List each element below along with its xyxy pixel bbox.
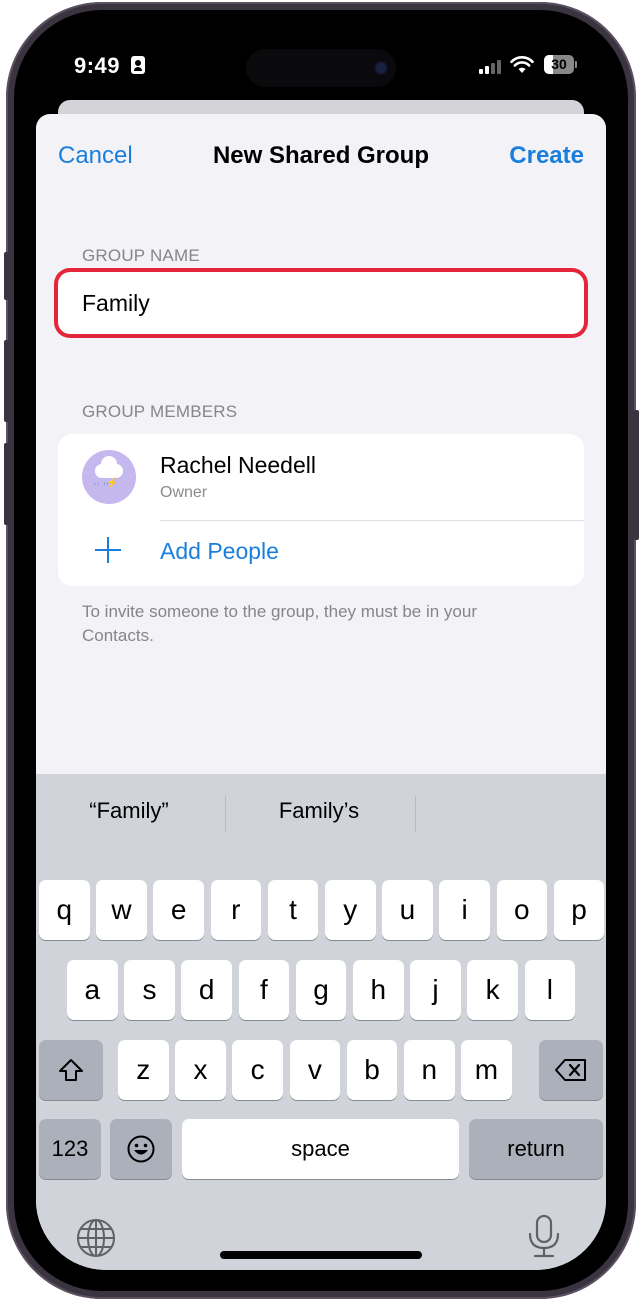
- add-people-label: Add People: [160, 538, 279, 564]
- invite-footnote: To invite someone to the group, they mus…: [82, 602, 478, 645]
- shift-icon: [59, 1059, 83, 1081]
- member-role: Owner: [160, 484, 208, 501]
- key-y[interactable]: y: [325, 880, 376, 940]
- suggestion-2[interactable]: Family’s: [226, 798, 412, 824]
- numbers-key[interactable]: 123: [39, 1119, 101, 1179]
- volume-down-button: [4, 443, 9, 525]
- key-n[interactable]: n: [404, 1040, 455, 1100]
- emoji-icon: [127, 1135, 155, 1163]
- group-members-label: GROUP MEMBERS: [82, 402, 238, 421]
- key-c[interactable]: c: [232, 1040, 283, 1100]
- battery-level: 30: [551, 56, 567, 72]
- delete-key[interactable]: [539, 1040, 603, 1100]
- key-z[interactable]: z: [118, 1040, 169, 1100]
- key-g[interactable]: g: [295, 960, 347, 1020]
- key-e[interactable]: e: [153, 880, 204, 940]
- key-a[interactable]: a: [67, 960, 118, 1020]
- cloud-storm-icon: [95, 456, 123, 478]
- keyboard: “Family” Family’s qwertyuiop asdfghjkl z…: [36, 774, 606, 1270]
- divider: [160, 520, 584, 521]
- key-r[interactable]: r: [210, 880, 262, 940]
- numbers-key-label: 123: [51, 1136, 89, 1161]
- rain-icon: ʻʻ ʻʻ: [94, 481, 110, 491]
- key-d[interactable]: d: [181, 960, 232, 1020]
- key-o[interactable]: o: [496, 880, 548, 940]
- screen: 9:49 30 Cancel New Shared Group Create G…: [36, 26, 606, 1270]
- avatar: ⚡ ʻʻ ʻʻ: [82, 450, 136, 504]
- plus-icon: [95, 537, 121, 563]
- return-key[interactable]: return: [469, 1119, 603, 1179]
- status-time: 9:49: [74, 53, 121, 78]
- group-name-field[interactable]: [58, 272, 584, 334]
- action-button: [4, 252, 9, 300]
- key-q[interactable]: q: [39, 880, 90, 940]
- key-v[interactable]: v: [289, 1040, 341, 1100]
- status-bar: 9:49 30: [36, 26, 606, 106]
- key-s[interactable]: s: [124, 960, 175, 1020]
- member-name: Rachel Needell: [160, 452, 316, 478]
- key-x[interactable]: x: [175, 1040, 226, 1100]
- key-m[interactable]: m: [461, 1040, 512, 1100]
- nav-bar: Cancel New Shared Group Create: [36, 114, 606, 194]
- group-name-input[interactable]: [82, 272, 562, 334]
- space-key-label: space: [291, 1136, 350, 1161]
- battery-icon: 30: [544, 55, 574, 74]
- dynamic-island: [246, 49, 396, 87]
- key-i[interactable]: i: [439, 880, 490, 940]
- key-f[interactable]: f: [238, 960, 290, 1020]
- battery-tip: [575, 61, 577, 68]
- microphone-icon[interactable]: [526, 1214, 562, 1260]
- create-button[interactable]: Create: [509, 142, 584, 170]
- key-j[interactable]: j: [410, 960, 461, 1020]
- signal-icon: [479, 60, 505, 74]
- volume-up-button: [4, 340, 9, 422]
- contact-card-icon: [131, 56, 145, 74]
- space-key[interactable]: space: [182, 1119, 459, 1179]
- key-k[interactable]: k: [467, 960, 518, 1020]
- shift-key[interactable]: [39, 1040, 103, 1100]
- key-h[interactable]: h: [353, 960, 404, 1020]
- return-key-label: return: [507, 1136, 565, 1161]
- key-p[interactable]: p: [553, 880, 605, 940]
- suggestion-separator: [415, 796, 416, 832]
- camera-icon: [376, 63, 386, 73]
- emoji-key[interactable]: [110, 1119, 172, 1179]
- globe-icon[interactable]: [76, 1218, 116, 1258]
- backspace-icon: [555, 1059, 586, 1081]
- suggestion-1[interactable]: “Family”: [36, 798, 222, 824]
- key-t[interactable]: t: [267, 880, 319, 940]
- suggestion-bar: “Family” Family’s: [36, 774, 606, 850]
- wifi-icon: [510, 56, 534, 73]
- home-indicator[interactable]: [220, 1251, 422, 1259]
- group-name-label: GROUP NAME: [82, 246, 200, 265]
- key-l[interactable]: l: [524, 960, 576, 1020]
- power-button: [634, 410, 639, 540]
- key-u[interactable]: u: [382, 880, 433, 940]
- key-w[interactable]: w: [96, 880, 147, 940]
- group-members-list: ⚡ ʻʻ ʻʻ Rachel Needell Owner Add People: [58, 434, 584, 586]
- key-b[interactable]: b: [346, 1040, 398, 1100]
